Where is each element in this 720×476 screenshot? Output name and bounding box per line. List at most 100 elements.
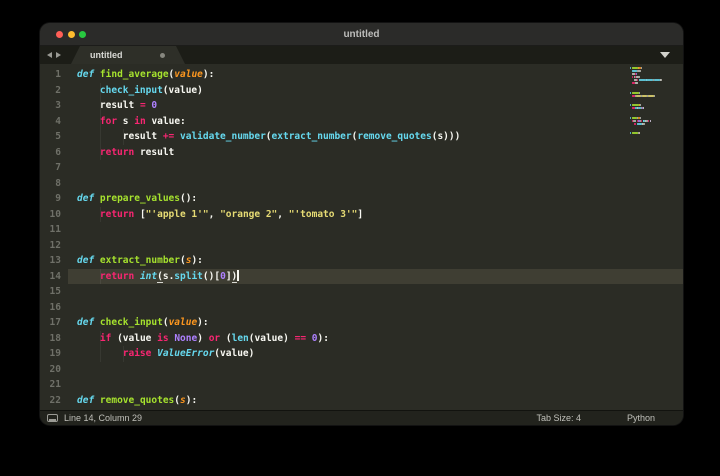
minimap-line [630,86,678,88]
code-token: return [100,147,134,158]
code-line[interactable]: 18if (value is None) or (len(value) == 0… [40,331,683,347]
code-line[interactable]: 19 raise ValueError(value) [40,346,683,362]
minimap-line [630,79,678,81]
code-text: def extract_number(s): [77,253,203,269]
line-number[interactable]: 7 [40,160,61,176]
code-line[interactable]: 8 [40,176,683,192]
minimap-line [630,123,678,125]
line-number[interactable]: 12 [40,238,61,254]
line-number[interactable]: 10 [40,207,61,223]
code-line[interactable]: 13 def extract_number(s): [40,253,683,269]
code-text: def remove_quotes(s): [77,393,197,409]
code-token: def [77,255,94,266]
minimap-line [630,89,678,91]
tab-size-indicator[interactable]: Tab Size: 4 [536,413,581,423]
minimap-line [630,95,678,97]
code-line[interactable]: 14return int(s.split()[0]) [40,269,683,285]
prev-tab-icon[interactable] [47,52,52,58]
code-line[interactable]: 17 def check_input(value): [40,315,683,331]
code-line[interactable]: 1def find_average(value): [40,67,683,83]
code-line[interactable]: 4 for s in value: [40,114,683,130]
line-number[interactable]: 17 [40,315,61,331]
line-number[interactable]: 5 [40,129,61,145]
code-token: result [140,147,174,158]
code-line[interactable]: 16 [40,300,683,316]
code-line[interactable]: 21 [40,377,683,393]
code-token: ): [318,333,329,344]
tab-untitled[interactable]: untitled [71,46,185,64]
minimap-line [630,129,678,131]
code-line[interactable]: 6 return result [40,145,683,161]
line-number[interactable]: 4 [40,114,61,130]
panel-icon[interactable] [47,414,58,422]
line-number[interactable]: 6 [40,145,61,161]
code-text: result += validate_number(extract_number… [77,129,460,145]
code-token: or [209,333,220,344]
code-line[interactable]: 2check_input(value) [40,83,683,99]
code-text: for s in value: [77,114,186,130]
code-token: ): [197,317,208,328]
minimap-line [630,70,678,72]
code-line[interactable]: 15 [40,284,683,300]
editor-window: untitled untitled 1def find_average(valu… [40,23,683,425]
line-number[interactable]: 14 [40,269,61,285]
next-tab-icon[interactable] [56,52,61,58]
code-line[interactable]: 3result = 0 [40,98,683,114]
code-token: def [77,317,94,328]
code-token: prepare_values [100,193,180,204]
tab-label: untitled [71,50,123,60]
code-text: def check_input(value): [77,315,209,331]
minimap-line [630,132,678,134]
code-line[interactable]: 10return ["'apple 1'", "orange 2", "'tom… [40,207,683,223]
code-text: raise ValueError(value) [77,346,254,362]
line-number[interactable]: 3 [40,98,61,114]
minimize-button[interactable] [68,31,75,38]
line-number[interactable]: 21 [40,377,61,393]
code-token: value [174,69,203,80]
line-number[interactable]: 16 [40,300,61,316]
code-token: += [163,131,174,142]
minimap-line [630,101,678,103]
line-number[interactable]: 9 [40,191,61,207]
fullscreen-button[interactable] [79,31,86,38]
code-token: int [140,271,157,282]
code-line[interactable]: 7 [40,160,683,176]
tab-modified-icon[interactable] [160,53,165,58]
code-token: ValueError [157,348,214,359]
code-token: 0 [151,100,157,111]
code-line[interactable]: 12 [40,238,683,254]
minimap-line [630,113,678,115]
code-area: 1def find_average(value):2check_input(va… [40,67,683,408]
code-token: check_input [100,85,163,96]
minimap-line [630,110,678,112]
code-line[interactable]: 20 [40,362,683,378]
line-number[interactable]: 13 [40,253,61,269]
line-number[interactable]: 8 [40,176,61,192]
code-token: return [100,209,134,220]
minimap-line [630,104,678,106]
minimap-line [630,73,678,75]
minimap[interactable] [630,67,678,135]
line-number[interactable]: 1 [40,67,61,83]
code-line[interactable]: 11 [40,222,683,238]
line-number[interactable]: 18 [40,331,61,347]
code-token: for [100,116,117,127]
tab-overflow-icon[interactable] [660,52,670,58]
code-token: ))) [443,131,460,142]
minimap-line [630,98,678,100]
code-editor[interactable]: 1def find_average(value):2check_input(va… [40,64,683,410]
titlebar[interactable]: untitled [40,23,683,46]
line-number[interactable]: 22 [40,393,61,409]
minimap-line [630,76,678,78]
line-number[interactable]: 11 [40,222,61,238]
line-number[interactable]: 15 [40,284,61,300]
line-number[interactable]: 19 [40,346,61,362]
code-token: ): [186,395,197,406]
line-number[interactable]: 2 [40,83,61,99]
code-line[interactable]: 22 def remove_quotes(s): [40,393,683,409]
line-number[interactable]: 20 [40,362,61,378]
code-line[interactable]: 5 result += validate_number(extract_numbe… [40,129,683,145]
close-button[interactable] [56,31,63,38]
language-indicator[interactable]: Python [627,413,655,423]
code-line[interactable]: 9def prepare_values(): [40,191,683,207]
